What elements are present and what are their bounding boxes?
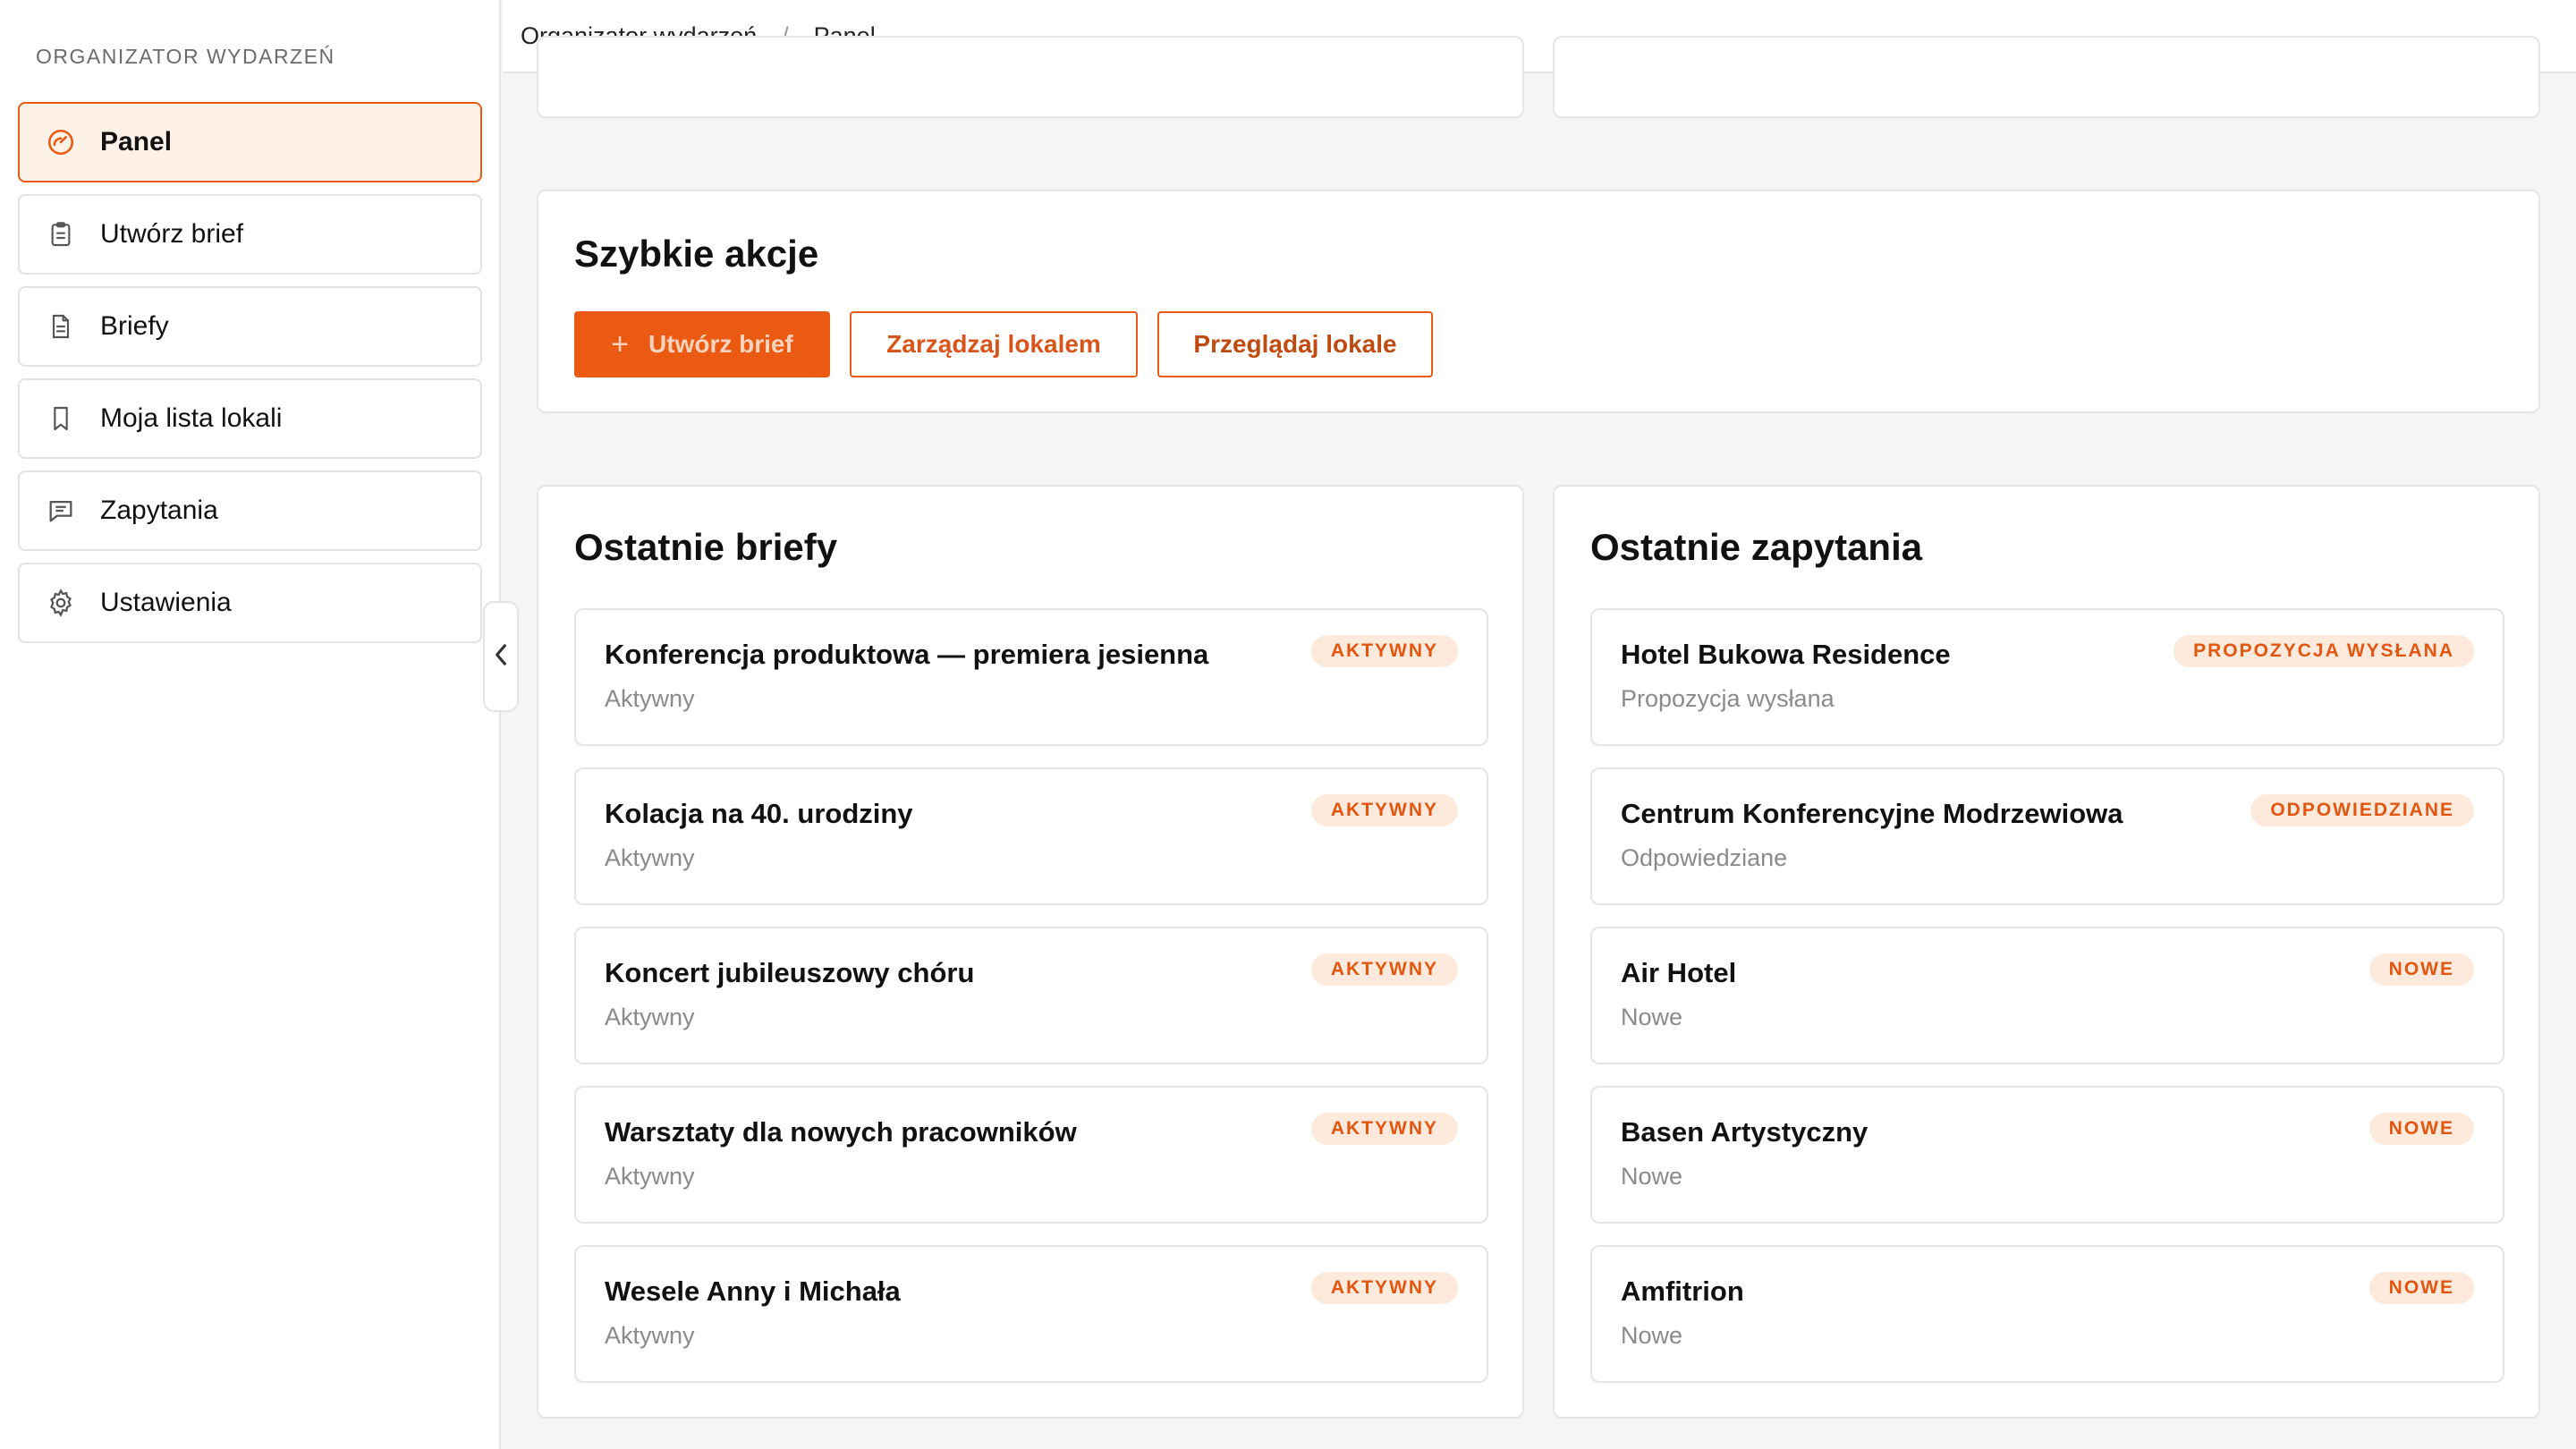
- sidebar-item-label: Ustawienia: [100, 588, 232, 617]
- brief-status: Aktywny: [605, 1163, 695, 1190]
- recent-briefs-list: Konferencja produktowa — premiera jesien…: [574, 608, 1488, 1404]
- inquiry-list-item[interactable]: Centrum Konferencyjne Modrzewiowa Odpowi…: [1590, 767, 2504, 905]
- status-badge: NOWE: [2368, 953, 2474, 986]
- brief-list-item[interactable]: Wesele Anny i Michała Aktywny AKTYWNY: [574, 1245, 1488, 1383]
- inquiry-status: Nowe: [1621, 1322, 1683, 1349]
- sidebar-item-briefs[interactable]: Briefy: [18, 286, 482, 367]
- sidebar-item-settings[interactable]: Ustawienia: [18, 563, 482, 643]
- sidebar: ORGANIZATOR WYDARZEŃ Panel Utwórz brief: [0, 0, 501, 1449]
- clipboard-icon: [45, 218, 77, 250]
- status-badge: AKTYWNY: [1310, 953, 1458, 986]
- create-brief-label: Utwórz brief: [648, 330, 793, 358]
- document-icon: [45, 310, 77, 343]
- brief-title: Warsztaty dla nowych pracowników: [605, 1116, 1077, 1148]
- brief-list-item[interactable]: Konferencja produktowa — premiera jesien…: [574, 608, 1488, 746]
- sidebar-item-create-brief[interactable]: Utwórz brief: [18, 194, 482, 275]
- inquiry-list-item[interactable]: Air Hotel Nowe NOWE: [1590, 927, 2504, 1064]
- inquiry-title: Centrum Konferencyjne Modrzewiowa: [1621, 798, 2123, 829]
- brief-status: Aktywny: [605, 1322, 695, 1349]
- status-badge: NOWE: [2368, 1272, 2474, 1304]
- stat-card-partial: [1553, 36, 2540, 118]
- sidebar-item-panel[interactable]: Panel: [18, 102, 482, 182]
- inquiry-list-item[interactable]: Basen Artystyczny Nowe NOWE: [1590, 1086, 2504, 1224]
- app: ORGANIZATOR WYDARZEŃ Panel Utwórz brief: [0, 0, 2576, 1449]
- recent-inquiries-title: Ostatnie zapytania: [1590, 526, 1923, 568]
- status-badge: AKTYWNY: [1310, 635, 1458, 667]
- plus-icon: +: [611, 326, 630, 361]
- sidebar-item-label: Zapytania: [100, 496, 218, 525]
- status-badge: ODPOWIEDZIANE: [2250, 794, 2474, 826]
- brief-list-item[interactable]: Koncert jubileuszowy chóru Aktywny AKTYW…: [574, 927, 1488, 1064]
- inquiry-title: Air Hotel: [1621, 957, 1737, 988]
- recent-briefs-card: Ostatnie briefy Konferencja produktowa —…: [537, 485, 1524, 1419]
- recent-briefs-title: Ostatnie briefy: [574, 526, 838, 568]
- status-badge: PROPOZYCJA WYSŁANA: [2174, 635, 2474, 667]
- inquiry-title: Amfitrion: [1621, 1275, 1744, 1307]
- brief-title: Konferencja produktowa — premiera jesien…: [605, 639, 1209, 670]
- inquiry-title: Basen Artystyczny: [1621, 1116, 1868, 1148]
- brief-list-item[interactable]: Warsztaty dla nowych pracowników Aktywny…: [574, 1086, 1488, 1224]
- sidebar-item-inquiries[interactable]: Zapytania: [18, 470, 482, 551]
- inquiry-list-item[interactable]: Hotel Bukowa Residence Propozycja wysłan…: [1590, 608, 2504, 746]
- inquiry-list-item[interactable]: Amfitrion Nowe NOWE: [1590, 1245, 2504, 1383]
- sidebar-item-label: Panel: [100, 127, 173, 157]
- inquiry-status: Propozycja wysłana: [1621, 685, 1835, 712]
- sidebar-nav: Panel Utwórz brief Briefy Moja lista lok…: [18, 102, 482, 655]
- brief-list-item[interactable]: Kolacja na 40. urodziny Aktywny AKTYWNY: [574, 767, 1488, 905]
- status-badge: NOWE: [2368, 1113, 2474, 1145]
- gauge-icon: [45, 126, 77, 158]
- sidebar-item-venue-list[interactable]: Moja lista lokali: [18, 378, 482, 459]
- sidebar-item-label: Moja lista lokali: [100, 403, 283, 433]
- chevron-left-icon: [493, 643, 509, 671]
- brief-status: Aktywny: [605, 1004, 695, 1030]
- brief-title: Wesele Anny i Michała: [605, 1275, 901, 1307]
- recent-inquiries-list: Hotel Bukowa Residence Propozycja wysłan…: [1590, 608, 2504, 1404]
- status-badge: AKTYWNY: [1310, 1272, 1458, 1304]
- brief-title: Koncert jubileuszowy chóru: [605, 957, 975, 988]
- status-badge: AKTYWNY: [1310, 794, 1458, 826]
- brief-title: Kolacja na 40. urodziny: [605, 798, 913, 829]
- manage-venue-button[interactable]: Zarządzaj lokalem: [850, 311, 1138, 377]
- bookmark-icon: [45, 402, 77, 435]
- recent-inquiries-card: Ostatnie zapytania Hotel Bukowa Residenc…: [1553, 485, 2540, 1419]
- brief-status: Aktywny: [605, 685, 695, 712]
- inquiry-status: Nowe: [1621, 1163, 1683, 1190]
- message-icon: [45, 495, 77, 527]
- brief-status: Aktywny: [605, 844, 695, 871]
- sidebar-item-label: Utwórz brief: [100, 219, 244, 249]
- sidebar-collapse-button[interactable]: [483, 601, 519, 712]
- sidebar-brand: ORGANIZATOR WYDARZEŃ: [36, 45, 335, 68]
- inquiry-status: Nowe: [1621, 1004, 1683, 1030]
- status-badge: AKTYWNY: [1310, 1113, 1458, 1145]
- browse-venues-button[interactable]: Przeglądaj lokale: [1157, 311, 1433, 377]
- quick-actions-card: Szybkie akcje + Utwórz brief Zarządzaj l…: [537, 190, 2540, 413]
- gear-icon: [45, 587, 77, 619]
- sidebar-item-label: Briefy: [100, 311, 169, 341]
- inquiry-status: Odpowiedziane: [1621, 844, 1788, 871]
- quick-actions-title: Szybkie akcje: [574, 233, 819, 275]
- create-brief-button[interactable]: + Utwórz brief: [574, 311, 830, 377]
- inquiry-title: Hotel Bukowa Residence: [1621, 639, 1951, 670]
- stat-card-partial: [537, 36, 1524, 118]
